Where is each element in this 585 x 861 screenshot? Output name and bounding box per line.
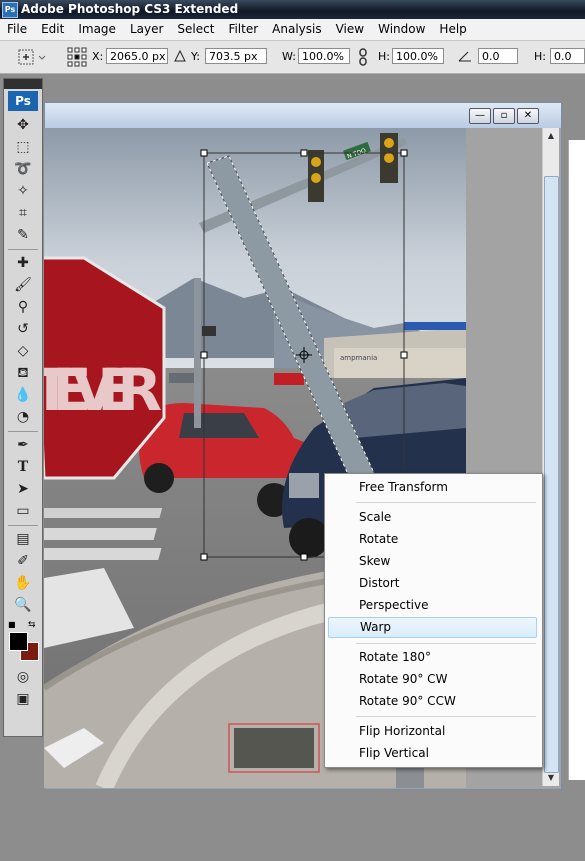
link-icon[interactable] (358, 48, 368, 66)
menu-image[interactable]: Image (71, 19, 123, 40)
menu-item-flip-vertical[interactable]: Flip Vertical (328, 743, 537, 764)
delta-icon (174, 50, 186, 62)
crop-tool-icon[interactable]: ⌗ (11, 203, 35, 224)
screen-mode-icon[interactable]: ▣ (11, 689, 35, 710)
menu-item-rotate-90-cw[interactable]: Rotate 90° CW (328, 669, 537, 690)
zoom-tool-icon[interactable]: 🔍 (11, 595, 35, 616)
reference-point-icon[interactable] (67, 47, 87, 67)
menu-item-distort[interactable]: Distort (328, 573, 537, 594)
blur-tool-icon[interactable]: 💧 (11, 385, 35, 406)
brush-tool-icon[interactable]: 🖌 (11, 275, 35, 296)
path-selection-tool-icon[interactable]: ➤ (11, 479, 35, 500)
w-label: W: (282, 50, 296, 63)
rotation-field[interactable]: 0.0 (478, 48, 518, 64)
foreground-color-swatch[interactable] (9, 632, 28, 651)
menu-item-perspective[interactable]: Perspective (328, 595, 537, 616)
toolbox: Ps ✥ ⬚ ➰ ✧ ⌗ ✎ ✚ 🖌 ⚲ ↺ ◇ ⛾ 💧 ◔ ✒ T ➤ ▭ ▤… (3, 78, 43, 737)
menu-view[interactable]: View (329, 19, 371, 40)
y-label: Y: (191, 50, 200, 63)
menu-item-warp[interactable]: Warp (328, 617, 537, 638)
shape-tool-icon[interactable]: ▭ (11, 501, 35, 522)
menu-item-free-transform[interactable]: Free Transform (328, 477, 537, 498)
clone-stamp-tool-icon[interactable]: ⚲ (11, 297, 35, 318)
marquee-tool-icon[interactable]: ⬚ (11, 137, 35, 158)
h-skew-label: H: (534, 50, 546, 63)
document-title-bar: — ▫ ✕ (45, 103, 561, 128)
eraser-tool-icon[interactable]: ◇ (11, 341, 35, 362)
menu-layer[interactable]: Layer (123, 19, 170, 40)
h-skew-field[interactable]: 0.0 (550, 48, 585, 64)
default-colors-icon[interactable]: ■ (8, 620, 16, 629)
menu-item-skew[interactable]: Skew (328, 551, 537, 572)
pen-tool-icon[interactable]: ✒ (11, 435, 35, 456)
photoshop-app-icon: Ps (2, 2, 18, 18)
scroll-down-icon[interactable]: ▼ (543, 770, 559, 786)
y-field[interactable]: 703.5 px (205, 48, 267, 64)
hand-tool-icon[interactable]: ✋ (11, 573, 35, 594)
menu-item-scale[interactable]: Scale (328, 507, 537, 528)
history-brush-tool-icon[interactable]: ↺ (11, 319, 35, 340)
options-bar: X: 2065.0 px Y: 703.5 px W: 100.0% H: 10… (0, 41, 585, 74)
scroll-up-icon[interactable]: ▲ (543, 128, 559, 144)
vertical-scrollbar[interactable]: ▲ ▼ (542, 128, 559, 786)
menu-bar: File Edit Image Layer Select Filter Anal… (0, 19, 585, 41)
type-tool-icon[interactable]: T (11, 457, 35, 478)
scroll-thumb[interactable] (544, 176, 559, 773)
window-title: Adobe Photoshop CS3 Extended (21, 2, 239, 16)
paint-bucket-tool-icon[interactable]: ⛾ (11, 363, 35, 384)
move-tool-icon[interactable]: ✥ (11, 115, 35, 136)
w-field[interactable]: 100.0% (298, 48, 350, 64)
menu-help[interactable]: Help (432, 19, 473, 40)
lasso-tool-icon[interactable]: ➰ (11, 159, 35, 180)
menu-item-rotate[interactable]: Rotate (328, 529, 537, 550)
magic-wand-tool-icon[interactable]: ✧ (11, 181, 35, 202)
menu-select[interactable]: Select (170, 19, 221, 40)
eyedropper-tool-icon[interactable]: ✎ (11, 225, 35, 246)
transform-context-menu: Free Transform Scale Rotate Skew Distort… (324, 473, 543, 768)
x-field[interactable]: 2065.0 px (106, 48, 168, 64)
menu-item-rotate-180[interactable]: Rotate 180° (328, 647, 537, 668)
quick-mask-icon[interactable]: ◎ (11, 667, 35, 688)
menu-filter[interactable]: Filter (221, 19, 265, 40)
transform-tool-preset-icon[interactable] (18, 48, 46, 66)
menu-item-rotate-90-ccw[interactable]: Rotate 90° CCW (328, 691, 537, 712)
stop-sign-text: TEVER (44, 356, 162, 424)
minimize-button[interactable]: — (469, 108, 491, 124)
station-sign: ampmania (340, 354, 377, 362)
ps-logo: Ps (8, 91, 38, 111)
title-bar: Ps Adobe Photoshop CS3 Extended (0, 0, 585, 19)
color-swatches: ■ ⇆ (4, 620, 42, 666)
menu-window[interactable]: Window (371, 19, 432, 40)
x-label: X: (92, 50, 104, 63)
h-label: H: (378, 50, 390, 63)
toolbox-grip[interactable] (4, 79, 42, 89)
menu-edit[interactable]: Edit (34, 19, 71, 40)
close-button[interactable]: ✕ (517, 108, 539, 124)
swap-colors-icon[interactable]: ⇆ (28, 620, 36, 630)
h-field[interactable]: 100.0% (392, 48, 444, 64)
menu-analysis[interactable]: Analysis (265, 19, 328, 40)
healing-brush-tool-icon[interactable]: ✚ (11, 253, 35, 274)
notes-tool-icon[interactable]: ▤ (11, 529, 35, 550)
dodge-tool-icon[interactable]: ◔ (11, 407, 35, 428)
side-panel (568, 140, 585, 780)
menu-item-flip-horizontal[interactable]: Flip Horizontal (328, 721, 537, 742)
eyedropper2-tool-icon[interactable]: ✐ (11, 551, 35, 572)
restore-button[interactable]: ▫ (493, 108, 515, 124)
menu-file[interactable]: File (0, 19, 34, 40)
angle-icon (458, 51, 471, 62)
